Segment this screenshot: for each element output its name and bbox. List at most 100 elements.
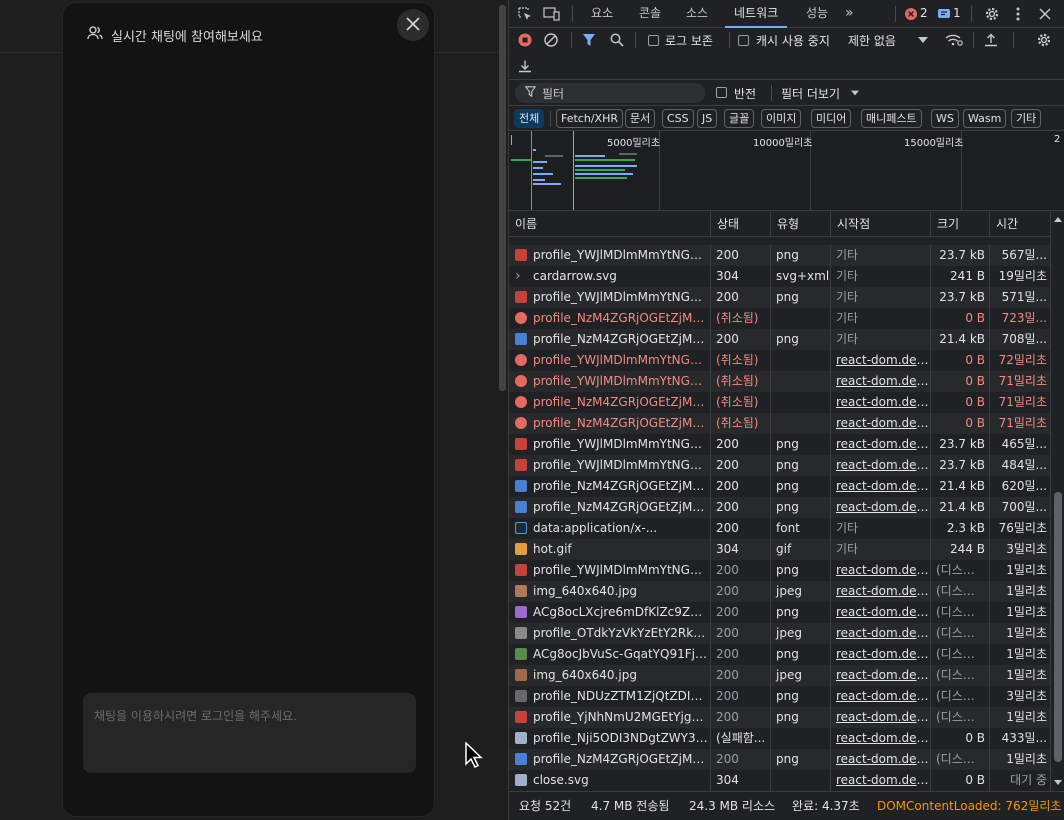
request-initiator[interactable]: react-dom.develo xyxy=(831,413,931,434)
message-count[interactable]: 1 xyxy=(953,6,961,20)
type-filter-fetch-xhr[interactable]: Fetch/XHR xyxy=(556,109,623,128)
scrollbar-thumb[interactable] xyxy=(1054,492,1062,762)
type-filter-css[interactable]: CSS xyxy=(662,109,694,128)
network-conditions-icon[interactable] xyxy=(945,32,963,48)
table-row[interactable]: img_640x640.jpg200jpegreact-dom.develo(디… xyxy=(509,581,1050,602)
device-toolbar-icon[interactable] xyxy=(543,6,561,22)
table-scrollbar[interactable] xyxy=(1050,212,1064,791)
tab-elements[interactable]: 요소 xyxy=(591,0,613,28)
type-filter-media[interactable]: 미디어 xyxy=(811,109,852,128)
more-filters-button[interactable]: 필터 더보기 xyxy=(781,85,840,102)
table-row[interactable]: profile_NzM4ZGRjOGEtZjM1Z... 200 png react-… xyxy=(509,749,1050,770)
table-row[interactable]: profile_YWJlMDlmMmYtNGNl... 200 png react-d… xyxy=(509,560,1050,581)
request-initiator[interactable]: react-dom.develo xyxy=(831,434,931,455)
export-har-icon[interactable] xyxy=(517,58,533,74)
scroll-up-icon[interactable] xyxy=(1054,215,1062,223)
column-name[interactable]: 이름 xyxy=(509,212,711,237)
preserve-log-label[interactable]: 로그 보존 xyxy=(665,32,713,49)
error-icon[interactable] xyxy=(905,7,917,21)
request-initiator[interactable]: react-dom.develo xyxy=(831,560,931,581)
preserve-log-checkbox[interactable] xyxy=(648,35,659,46)
filter-funnel-icon[interactable] xyxy=(581,32,597,48)
type-filter-font[interactable]: 글꼴 xyxy=(724,109,755,128)
column-status[interactable]: 상태 xyxy=(711,212,771,237)
message-icon[interactable] xyxy=(938,7,950,21)
invert-label[interactable]: 반전 xyxy=(734,85,756,102)
request-initiator[interactable]: react-dom.develo xyxy=(831,350,931,371)
request-initiator[interactable]: react-dom.develo xyxy=(831,728,931,749)
settings-gear-icon[interactable] xyxy=(983,5,1001,23)
request-initiator[interactable]: react-dom.develo xyxy=(831,686,931,707)
table-row[interactable]: img_640x640.jpg200jpegreact-dom.develo(디… xyxy=(509,665,1050,686)
type-filter-js[interactable]: JS xyxy=(697,109,718,128)
search-icon[interactable] xyxy=(609,32,625,48)
table-row[interactable]: profile_NzM4ZGRjOGEtZjM1Z... 200 png react-… xyxy=(509,497,1050,518)
clear-icon[interactable] xyxy=(543,32,559,48)
record-stop-icon[interactable] xyxy=(517,32,533,48)
request-initiator[interactable]: react-dom.develo xyxy=(831,476,931,497)
request-initiator[interactable]: react-dom.develo xyxy=(831,644,931,665)
type-filter-wasm[interactable]: Wasm xyxy=(963,109,1007,128)
table-row[interactable]: profile_YWJlMDlmMmYtNGNl... 200 png react-d… xyxy=(509,434,1050,455)
request-initiator[interactable]: react-dom.develo xyxy=(831,623,931,644)
request-initiator[interactable]: react-dom.develo xyxy=(831,371,931,392)
table-row-partial[interactable] xyxy=(509,237,1050,245)
table-row[interactable]: profile_NDUzZTM1ZjQtZDI5M... 200 png react-… xyxy=(509,686,1050,707)
table-row[interactable]: ACg8ocJbVuSc-GqatYQ91Fjqb... 200 png react-… xyxy=(509,644,1050,665)
chevron-down-icon[interactable] xyxy=(917,32,929,48)
scroll-down-icon[interactable] xyxy=(1054,778,1062,786)
tab-network[interactable]: 네트워크 xyxy=(725,0,788,28)
column-time[interactable]: 시간 xyxy=(990,212,1050,237)
table-row[interactable]: profile_YWJlMDlmMmYtNGNl... 200 png react-d… xyxy=(509,455,1050,476)
chevron-down-icon[interactable] xyxy=(849,86,861,100)
request-initiator[interactable]: react-dom.develo xyxy=(831,455,931,476)
network-settings-gear-icon[interactable] xyxy=(1035,32,1053,48)
more-tabs-icon[interactable]: » xyxy=(845,0,854,28)
request-initiator[interactable]: react-dom.develo xyxy=(831,665,931,686)
more-options-icon[interactable] xyxy=(1011,5,1025,23)
table-row[interactable]: hot.gif 304 gif 기타 244 B 3밀리초 xyxy=(509,539,1050,560)
import-har-icon[interactable] xyxy=(983,32,999,48)
request-initiator[interactable]: react-dom.develo xyxy=(831,392,931,413)
invert-checkbox[interactable] xyxy=(716,87,727,98)
type-filter-ws[interactable]: WS xyxy=(931,109,959,128)
request-initiator[interactable]: react-dom.develo xyxy=(831,749,931,770)
type-filter-other[interactable]: 기타 xyxy=(1011,109,1042,128)
chat-close-button[interactable] xyxy=(397,9,429,41)
type-filter-all[interactable]: 전체 xyxy=(514,109,545,128)
request-initiator[interactable]: react-dom.develo xyxy=(831,602,931,623)
table-row[interactable]: profile_YWJlMDlmMmYtNGNl... 200 png 기타 23.7 … xyxy=(509,245,1050,266)
type-filter-manifest[interactable]: 매니페스트 xyxy=(861,109,922,128)
table-row[interactable]: profile_NzM4ZGRjOGEtZjM1Z... (취소됨) react-d… xyxy=(509,392,1050,413)
tab-performance[interactable]: 성능 xyxy=(806,0,828,28)
table-row[interactable]: profile_NzM4ZGRjOGEtZjM1Z... 200 png 기타 21.4… xyxy=(509,329,1050,350)
disable-cache-checkbox[interactable] xyxy=(738,35,749,46)
close-devtools-icon[interactable] xyxy=(1037,6,1053,22)
table-row[interactable]: profile_NzM4ZGRjOGEtZjM1Z... 200 png react-… xyxy=(509,476,1050,497)
request-initiator[interactable]: react-dom.develo xyxy=(831,581,931,602)
tab-sources[interactable]: 소스 xyxy=(686,0,708,28)
network-overview-timeline[interactable]: 5000밀리초 10000밀리초 15000밀리초 2 xyxy=(509,131,1064,211)
table-row[interactable]: profile_YWJlMDlmMmYtNGNl... 200 png 기타 23.7 … xyxy=(509,287,1050,308)
type-filter-doc[interactable]: 문서 xyxy=(625,109,656,128)
table-row[interactable]: ACg8ocLXcjre6mDfKlZc9ZOD... 200 png react-d… xyxy=(509,602,1050,623)
column-size[interactable]: 크기 xyxy=(931,212,990,237)
table-row[interactable]: profile_YWJlMDlmMmYtNGNl... (취소됨) react-do… xyxy=(509,371,1050,392)
type-filter-img[interactable]: 이미지 xyxy=(761,109,802,128)
table-row[interactable]: profile_OTdkYzVkYzEtY2RkNC... 200 jpeg reac… xyxy=(509,623,1050,644)
table-row[interactable]: profile_NzM4ZGRjOGEtZjM1Z... (취소됨) react-d… xyxy=(509,413,1050,434)
page-scrollbar[interactable] xyxy=(499,5,506,391)
table-row[interactable]: profile_YjNhNmU2MGEtYjgxZi... 200 png react… xyxy=(509,707,1050,728)
table-row[interactable]: › cardarrow.svg 304 svg+xml 기타 241 B 19밀리초 xyxy=(509,266,1050,287)
tab-console[interactable]: 콘솔 xyxy=(639,0,661,28)
inspect-element-icon[interactable] xyxy=(517,6,533,22)
table-row[interactable]: profile_YWJlMDlmMmYtNGNl... (취소됨) react-do… xyxy=(509,350,1050,371)
request-initiator[interactable]: react-dom.develo xyxy=(831,497,931,518)
column-initiator[interactable]: 시작점 xyxy=(831,212,931,237)
request-initiator[interactable]: react-dom.develo xyxy=(831,770,931,791)
request-initiator[interactable]: react-dom.develo xyxy=(831,707,931,728)
column-type[interactable]: 유형 xyxy=(771,212,831,237)
error-count[interactable]: 2 xyxy=(920,6,928,20)
table-row[interactable]: profile_Nji5ODI3NDgtZWY3Z... (실패함... react… xyxy=(509,728,1050,749)
throttling-select[interactable]: 제한 없음 xyxy=(848,32,896,49)
